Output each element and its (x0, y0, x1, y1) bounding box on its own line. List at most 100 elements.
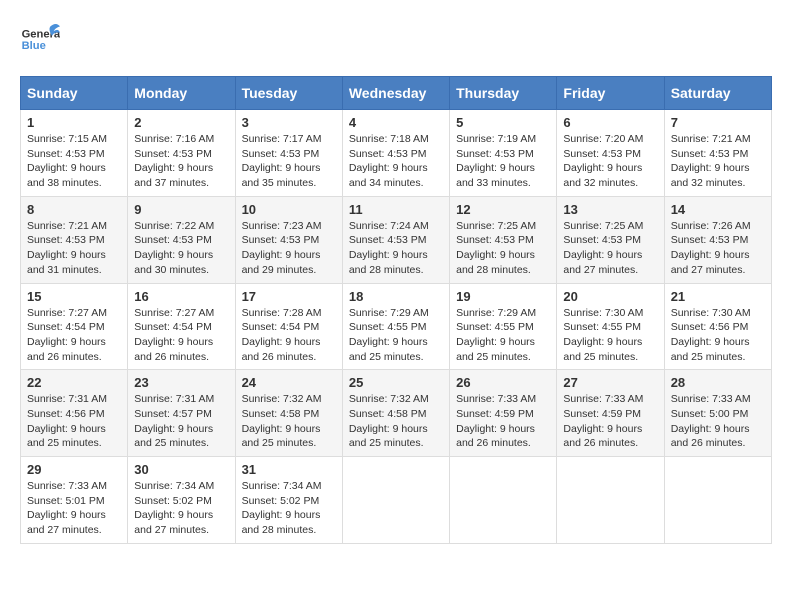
daylight-label: Daylight: 9 hours and 26 minutes. (456, 423, 535, 450)
day-of-week-header: Wednesday (342, 77, 449, 110)
calendar-cell: 2 Sunrise: 7:16 AM Sunset: 4:53 PM Dayli… (128, 110, 235, 197)
day-info: Sunrise: 7:23 AM Sunset: 4:53 PM Dayligh… (242, 219, 336, 278)
sunrise-label: Sunrise: 7:30 AM (563, 307, 643, 319)
day-number: 17 (242, 289, 336, 304)
day-info: Sunrise: 7:33 AM Sunset: 4:59 PM Dayligh… (456, 392, 550, 451)
day-number: 1 (27, 115, 121, 130)
daylight-label: Daylight: 9 hours and 28 minutes. (242, 509, 321, 536)
sunrise-label: Sunrise: 7:30 AM (671, 307, 751, 319)
sunrise-label: Sunrise: 7:34 AM (134, 480, 214, 492)
sunset-label: Sunset: 5:00 PM (671, 408, 749, 420)
sunrise-label: Sunrise: 7:33 AM (563, 393, 643, 405)
sunrise-label: Sunrise: 7:18 AM (349, 133, 429, 145)
calendar-cell: 26 Sunrise: 7:33 AM Sunset: 4:59 PM Dayl… (450, 370, 557, 457)
day-info: Sunrise: 7:20 AM Sunset: 4:53 PM Dayligh… (563, 132, 657, 191)
sunset-label: Sunset: 4:53 PM (563, 234, 641, 246)
sunrise-label: Sunrise: 7:25 AM (456, 220, 536, 232)
day-info: Sunrise: 7:19 AM Sunset: 4:53 PM Dayligh… (456, 132, 550, 191)
calendar-cell: 6 Sunrise: 7:20 AM Sunset: 4:53 PM Dayli… (557, 110, 664, 197)
sunset-label: Sunset: 4:53 PM (242, 148, 320, 160)
day-of-week-header: Friday (557, 77, 664, 110)
day-info: Sunrise: 7:25 AM Sunset: 4:53 PM Dayligh… (456, 219, 550, 278)
day-number: 2 (134, 115, 228, 130)
daylight-label: Daylight: 9 hours and 25 minutes. (349, 423, 428, 450)
day-info: Sunrise: 7:16 AM Sunset: 4:53 PM Dayligh… (134, 132, 228, 191)
day-of-week-header: Tuesday (235, 77, 342, 110)
day-of-week-header: Thursday (450, 77, 557, 110)
day-info: Sunrise: 7:29 AM Sunset: 4:55 PM Dayligh… (349, 306, 443, 365)
calendar-cell: 30 Sunrise: 7:34 AM Sunset: 5:02 PM Dayl… (128, 457, 235, 544)
sunrise-label: Sunrise: 7:25 AM (563, 220, 643, 232)
calendar-week-row: 1 Sunrise: 7:15 AM Sunset: 4:53 PM Dayli… (21, 110, 772, 197)
sunrise-label: Sunrise: 7:31 AM (27, 393, 107, 405)
daylight-label: Daylight: 9 hours and 30 minutes. (134, 249, 213, 276)
day-number: 5 (456, 115, 550, 130)
day-info: Sunrise: 7:34 AM Sunset: 5:02 PM Dayligh… (242, 479, 336, 538)
day-info: Sunrise: 7:31 AM Sunset: 4:57 PM Dayligh… (134, 392, 228, 451)
sunset-label: Sunset: 4:55 PM (349, 321, 427, 333)
day-number: 30 (134, 462, 228, 477)
day-number: 3 (242, 115, 336, 130)
calendar-cell: 7 Sunrise: 7:21 AM Sunset: 4:53 PM Dayli… (664, 110, 771, 197)
day-number: 9 (134, 202, 228, 217)
calendar-cell: 10 Sunrise: 7:23 AM Sunset: 4:53 PM Dayl… (235, 196, 342, 283)
calendar-week-row: 22 Sunrise: 7:31 AM Sunset: 4:56 PM Dayl… (21, 370, 772, 457)
sunset-label: Sunset: 4:53 PM (242, 234, 320, 246)
day-info: Sunrise: 7:32 AM Sunset: 4:58 PM Dayligh… (349, 392, 443, 451)
calendar-cell: 3 Sunrise: 7:17 AM Sunset: 4:53 PM Dayli… (235, 110, 342, 197)
daylight-label: Daylight: 9 hours and 25 minutes. (134, 423, 213, 450)
sunset-label: Sunset: 5:02 PM (134, 495, 212, 507)
day-number: 21 (671, 289, 765, 304)
calendar-cell (664, 457, 771, 544)
calendar-cell: 14 Sunrise: 7:26 AM Sunset: 4:53 PM Dayl… (664, 196, 771, 283)
sunrise-label: Sunrise: 7:33 AM (671, 393, 751, 405)
svg-text:Blue: Blue (22, 40, 46, 52)
sunset-label: Sunset: 4:53 PM (134, 234, 212, 246)
day-info: Sunrise: 7:30 AM Sunset: 4:55 PM Dayligh… (563, 306, 657, 365)
sunrise-label: Sunrise: 7:24 AM (349, 220, 429, 232)
calendar-cell: 31 Sunrise: 7:34 AM Sunset: 5:02 PM Dayl… (235, 457, 342, 544)
daylight-label: Daylight: 9 hours and 38 minutes. (27, 162, 106, 189)
day-info: Sunrise: 7:34 AM Sunset: 5:02 PM Dayligh… (134, 479, 228, 538)
sunset-label: Sunset: 4:54 PM (27, 321, 105, 333)
sunrise-label: Sunrise: 7:28 AM (242, 307, 322, 319)
daylight-label: Daylight: 9 hours and 37 minutes. (134, 162, 213, 189)
sunset-label: Sunset: 4:54 PM (134, 321, 212, 333)
sunrise-label: Sunrise: 7:29 AM (349, 307, 429, 319)
calendar-cell: 5 Sunrise: 7:19 AM Sunset: 4:53 PM Dayli… (450, 110, 557, 197)
day-number: 23 (134, 375, 228, 390)
calendar-cell (342, 457, 449, 544)
svg-text:General: General (22, 29, 60, 41)
day-number: 4 (349, 115, 443, 130)
sunset-label: Sunset: 5:01 PM (27, 495, 105, 507)
sunset-label: Sunset: 4:53 PM (563, 148, 641, 160)
calendar-cell: 24 Sunrise: 7:32 AM Sunset: 4:58 PM Dayl… (235, 370, 342, 457)
sunset-label: Sunset: 4:54 PM (242, 321, 320, 333)
day-info: Sunrise: 7:24 AM Sunset: 4:53 PM Dayligh… (349, 219, 443, 278)
day-number: 18 (349, 289, 443, 304)
daylight-label: Daylight: 9 hours and 32 minutes. (563, 162, 642, 189)
day-of-week-header: Monday (128, 77, 235, 110)
day-info: Sunrise: 7:21 AM Sunset: 4:53 PM Dayligh… (27, 219, 121, 278)
calendar-cell: 17 Sunrise: 7:28 AM Sunset: 4:54 PM Dayl… (235, 283, 342, 370)
day-number: 16 (134, 289, 228, 304)
day-info: Sunrise: 7:18 AM Sunset: 4:53 PM Dayligh… (349, 132, 443, 191)
day-of-week-header: Saturday (664, 77, 771, 110)
sunset-label: Sunset: 4:53 PM (456, 148, 534, 160)
day-number: 20 (563, 289, 657, 304)
day-number: 29 (27, 462, 121, 477)
sunset-label: Sunset: 4:53 PM (27, 148, 105, 160)
day-info: Sunrise: 7:22 AM Sunset: 4:53 PM Dayligh… (134, 219, 228, 278)
sunrise-label: Sunrise: 7:23 AM (242, 220, 322, 232)
sunrise-label: Sunrise: 7:33 AM (456, 393, 536, 405)
day-number: 28 (671, 375, 765, 390)
daylight-label: Daylight: 9 hours and 25 minutes. (671, 336, 750, 363)
calendar-cell (450, 457, 557, 544)
day-number: 7 (671, 115, 765, 130)
calendar-week-row: 8 Sunrise: 7:21 AM Sunset: 4:53 PM Dayli… (21, 196, 772, 283)
sunset-label: Sunset: 4:59 PM (456, 408, 534, 420)
daylight-label: Daylight: 9 hours and 25 minutes. (456, 336, 535, 363)
day-of-week-header: Sunday (21, 77, 128, 110)
day-info: Sunrise: 7:33 AM Sunset: 4:59 PM Dayligh… (563, 392, 657, 451)
sunset-label: Sunset: 4:53 PM (349, 148, 427, 160)
